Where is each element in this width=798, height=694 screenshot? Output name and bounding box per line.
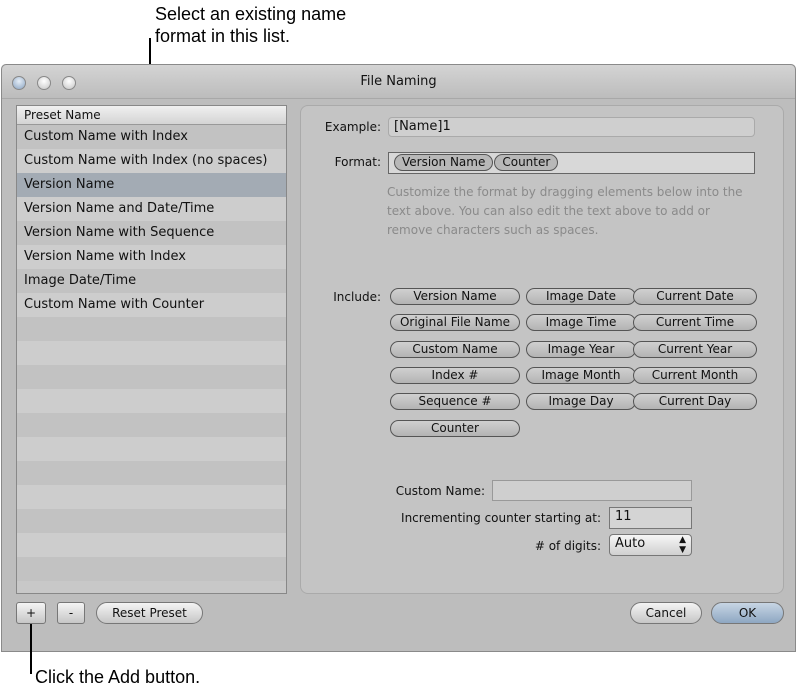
add-preset-button[interactable]: + — [16, 602, 46, 624]
digits-select[interactable]: Auto ▲ ▼ — [609, 534, 692, 556]
empty-list-row — [17, 437, 286, 461]
preset-list-item[interactable]: Version Name with Index — [17, 245, 286, 269]
include-element-button[interactable]: Image Time — [526, 314, 636, 332]
format-help-text: Customize the format by dragging element… — [387, 185, 743, 237]
callout-list: Select an existing name format in this li… — [155, 3, 346, 47]
empty-list-row — [17, 341, 286, 365]
include-element-button[interactable]: Custom Name — [390, 340, 520, 358]
empty-list-row — [17, 485, 286, 509]
callout-text: format in this list. — [155, 26, 291, 46]
custom-name-input[interactable] — [492, 480, 692, 501]
include-element-button[interactable]: Current Time — [633, 314, 757, 332]
empty-list-row — [17, 413, 286, 437]
empty-list-row — [17, 533, 286, 557]
include-element-button[interactable]: Current Year — [633, 340, 757, 358]
callout-line — [30, 624, 32, 674]
include-element-button[interactable]: Counter — [390, 419, 520, 437]
preset-list[interactable]: Preset Name Custom Name with Index Custom… — [16, 105, 287, 594]
include-element-button[interactable]: Index # — [390, 366, 520, 384]
remove-preset-button[interactable]: - — [57, 602, 85, 624]
preset-list-item[interactable]: Version Name and Date/Time — [17, 197, 286, 221]
include-element-button[interactable]: Image Year — [526, 340, 636, 358]
counter-label: Incrementing counter starting at: — [401, 511, 601, 525]
empty-list-row — [17, 509, 286, 533]
include-label: Include: — [333, 290, 381, 304]
title-bar: File Naming — [2, 65, 795, 99]
reset-preset-button[interactable]: Reset Preset — [96, 602, 203, 624]
include-element-button[interactable]: Sequence # — [390, 393, 520, 411]
empty-list-row — [17, 461, 286, 485]
preset-list-item[interactable]: Custom Name with Index (no spaces) — [17, 149, 286, 173]
format-label: Format: — [334, 155, 381, 169]
include-element-button[interactable]: Original File Name — [390, 314, 520, 332]
include-element-button[interactable]: Current Day — [633, 393, 757, 411]
example-field: [Name]1 — [388, 117, 755, 137]
empty-list-row — [17, 389, 286, 413]
digits-label: # of digits: — [534, 539, 601, 553]
custom-name-label: Custom Name: — [395, 484, 485, 498]
format-token[interactable]: Version Name — [394, 154, 494, 171]
file-naming-window: File Naming Preset Name Custom Name with… — [1, 64, 796, 652]
callout-text: Select an existing name — [155, 4, 347, 24]
preset-list-item[interactable]: Version Name — [17, 173, 286, 197]
include-element-button[interactable]: Image Month — [526, 366, 636, 384]
format-token[interactable]: Counter — [494, 154, 559, 171]
digits-select-value: Auto — [615, 536, 646, 551]
updown-arrows-icon: ▲ ▼ — [679, 535, 686, 555]
format-field[interactable]: Version Name Counter — [388, 152, 755, 174]
include-element-button[interactable]: Version Name — [390, 288, 520, 305]
format-panel: Example: [Name]1 Format: Version Name Cou… — [300, 105, 784, 594]
include-element-button[interactable]: Image Date — [526, 288, 636, 305]
preset-list-item[interactable]: Image Date/Time — [17, 269, 286, 293]
preset-list-item[interactable]: Custom Name with Index — [17, 125, 286, 149]
window-title: File Naming — [360, 74, 437, 89]
empty-list-row — [17, 557, 286, 581]
preset-list-item[interactable]: Version Name with Sequence — [17, 221, 286, 245]
empty-list-row — [17, 365, 286, 389]
empty-list-row — [17, 317, 286, 341]
include-element-button[interactable]: Current Date — [633, 288, 757, 305]
callout-add: Click the Add button. — [35, 667, 201, 687]
preset-list-item[interactable]: Custom Name with Counter — [17, 293, 286, 317]
ok-button[interactable]: OK — [711, 602, 784, 624]
preset-name-column-header[interactable]: Preset Name — [17, 106, 286, 125]
counter-start-input[interactable]: 11 — [609, 507, 692, 529]
include-element-button[interactable]: Current Month — [633, 366, 757, 384]
example-label: Example: — [324, 120, 381, 134]
cancel-button[interactable]: Cancel — [630, 602, 702, 624]
include-element-button[interactable]: Image Day — [526, 393, 636, 411]
